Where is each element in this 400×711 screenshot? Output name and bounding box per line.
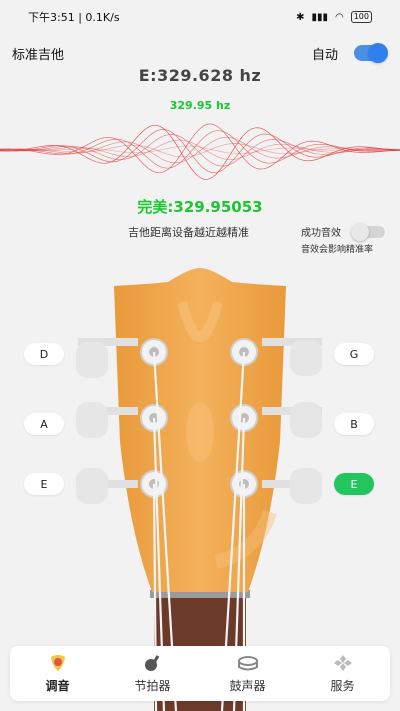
nav-service[interactable]: 服务: [295, 646, 390, 701]
tuning-mode-selector[interactable]: 标准吉他: [12, 44, 64, 63]
string-button-low-e[interactable]: E: [24, 473, 64, 495]
auto-toggle[interactable]: [354, 43, 388, 63]
distance-hint: 吉他距离设备越近越精准: [128, 226, 249, 239]
sound-effect-toggle[interactable]: [351, 222, 385, 241]
status-icons: ✱ ▮▮▮ ◠ 100: [296, 11, 372, 23]
signal-icon: ▮▮▮: [311, 11, 328, 23]
string-button-a[interactable]: A: [24, 413, 64, 435]
bluetooth-icon: ✱: [296, 11, 305, 23]
nav-metronome[interactable]: 节拍器: [105, 646, 200, 701]
nav-drum[interactable]: 鼓声器: [200, 646, 295, 701]
guitar-pick-icon: [47, 654, 69, 672]
service-icon: [332, 654, 354, 672]
guitar-headstock-area: D A E G B E: [0, 262, 400, 711]
string-button-g[interactable]: G: [334, 343, 374, 365]
drum-icon: [237, 654, 259, 672]
target-frequency: E:329.628 hz: [138, 66, 262, 85]
nav-metronome-label: 节拍器: [134, 678, 171, 693]
nav-tuner[interactable]: 调音: [10, 646, 105, 701]
header: 标准吉他 自动: [0, 38, 400, 68]
nav-service-label: 服务: [330, 678, 355, 693]
string-button-high-e[interactable]: E: [334, 473, 374, 495]
battery-icon: 100: [350, 11, 372, 23]
sound-effect-label: 成功音效: [301, 228, 341, 239]
waveform: [0, 123, 400, 180]
sound-effect-note: 音效会影响精准率: [301, 245, 374, 255]
auto-label: 自动: [311, 47, 338, 63]
status-time: 下午3:51 | 0.1K/s: [28, 11, 120, 24]
tuning-status: 完美:329.95053: [137, 198, 263, 216]
string-button-b[interactable]: B: [334, 413, 374, 435]
auto-mode: 自动: [311, 43, 388, 63]
bottom-nav: 调音 节拍器 鼓声器 服务: [10, 646, 390, 701]
nav-drum-label: 鼓声器: [229, 678, 266, 693]
sound-effect-setting: 成功音效 音效会影响精准率: [301, 222, 385, 255]
metronome-icon: [142, 654, 164, 672]
status-bar: 下午3:51 | 0.1K/s ✱ ▮▮▮ ◠ 100: [0, 0, 400, 34]
nav-tuner-label: 调音: [45, 678, 70, 693]
string-button-d[interactable]: D: [24, 343, 64, 365]
wifi-icon: ◠: [334, 11, 344, 23]
